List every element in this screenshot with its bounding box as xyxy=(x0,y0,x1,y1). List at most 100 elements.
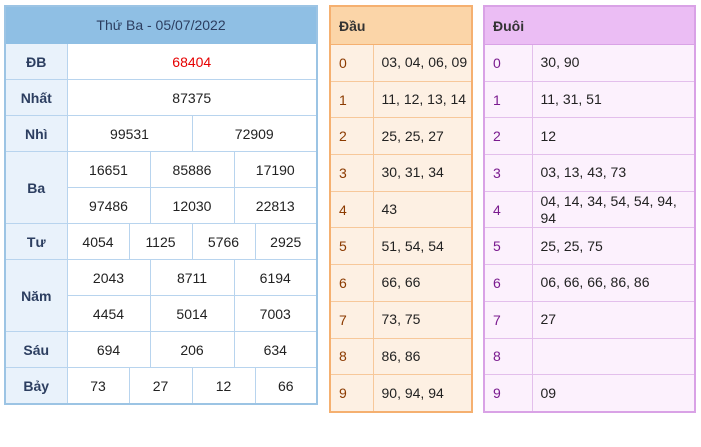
head-row: 2 25, 25, 27 xyxy=(329,117,473,156)
prize-value: 694 xyxy=(66,331,151,368)
prize-value: 2925 xyxy=(254,223,318,260)
tail-row: 6 06, 66, 66, 86, 86 xyxy=(483,264,696,302)
head-digit: 8 xyxy=(329,337,374,376)
tail-row: 7 27 xyxy=(483,300,696,339)
prize-row-nam: Năm 2043 8711 6194 xyxy=(4,259,318,332)
head-digit: 3 xyxy=(329,154,374,192)
prize-label-nhat: Nhất xyxy=(4,79,68,116)
tail-values xyxy=(531,337,696,376)
tail-values: 11, 31, 51 xyxy=(531,80,696,119)
tail-digit-table: Đuôi 0 30, 90 1 11, 31, 51 2 12 3 03, 13, 43… xyxy=(483,5,697,413)
tail-row: 5 25, 25, 75 xyxy=(483,227,696,266)
tail-row: 4 04, 14, 34, 54, 54, 94, 94 xyxy=(483,190,696,229)
prize-value: 85886 xyxy=(149,151,235,188)
head-values: 03, 04, 06, 09 xyxy=(372,44,473,82)
prize-value: 6194 xyxy=(233,259,318,296)
prize-value: 2043 xyxy=(66,259,151,296)
tail-digit: 4 xyxy=(483,190,533,229)
head-digit: 7 xyxy=(329,300,374,339)
prize-label-bay: Bảy xyxy=(4,367,68,405)
tail-values: 12 xyxy=(531,117,696,156)
head-table-title: Đầu xyxy=(329,5,473,45)
prize-label-ba: Ba xyxy=(4,151,68,224)
tail-digit: 2 xyxy=(483,117,533,156)
head-digit: 2 xyxy=(329,117,374,156)
head-values: 25, 25, 27 xyxy=(372,117,473,156)
prize-value: 27 xyxy=(128,367,193,405)
prize-label-tu: Tư xyxy=(4,223,68,260)
tail-digit: 9 xyxy=(483,374,533,413)
prize-value: 206 xyxy=(149,331,235,368)
head-row: 8 86, 86 xyxy=(329,337,473,376)
tail-row: 9 09 xyxy=(483,374,696,413)
prize-row-tu: Tư 4054 1125 5766 2925 xyxy=(4,223,318,260)
results-table: Thứ Ba - 05/07/2022 ĐB 68404 Nhất 87375 … xyxy=(4,5,319,405)
prize-value: 5014 xyxy=(149,295,235,332)
prize-value: 634 xyxy=(233,331,318,368)
prize-value: 87375 xyxy=(66,79,318,116)
prize-label-db: ĐB xyxy=(4,43,68,80)
head-digit: 0 xyxy=(329,44,374,82)
tail-row: 1 11, 31, 51 xyxy=(483,80,696,119)
tail-values: 06, 66, 66, 86, 86 xyxy=(531,264,696,302)
tail-row: 8 xyxy=(483,337,696,376)
prize-label-sau: Sáu xyxy=(4,331,68,368)
prize-value: 7003 xyxy=(233,295,318,332)
tail-values: 04, 14, 34, 54, 54, 94, 94 xyxy=(531,190,696,229)
tail-row: 3 03, 13, 43, 73 xyxy=(483,154,696,192)
prize-value: 99531 xyxy=(66,115,193,152)
head-row: 0 03, 04, 06, 09 xyxy=(329,44,473,82)
head-digit: 5 xyxy=(329,227,374,266)
prize-value: 4454 xyxy=(66,295,151,332)
prize-value: 17190 xyxy=(233,151,318,188)
tail-values: 25, 25, 75 xyxy=(531,227,696,266)
tail-digit: 3 xyxy=(483,154,533,192)
tail-values: 03, 13, 43, 73 xyxy=(531,154,696,192)
head-row: 1 11, 12, 13, 14 xyxy=(329,80,473,119)
prize-row-nhat: Nhất 87375 xyxy=(4,79,318,116)
head-values: 51, 54, 54 xyxy=(372,227,473,266)
head-row: 4 43 xyxy=(329,190,473,229)
tail-values: 27 xyxy=(531,300,696,339)
prize-value: 8711 xyxy=(149,259,235,296)
tail-digit: 7 xyxy=(483,300,533,339)
head-values: 73, 75 xyxy=(372,300,473,339)
head-values: 90, 94, 94 xyxy=(372,374,473,413)
prize-value: 12 xyxy=(191,367,256,405)
head-row: 7 73, 75 xyxy=(329,300,473,339)
tail-values: 30, 90 xyxy=(531,44,696,82)
prize-row-bay: Bảy 73 27 12 66 xyxy=(4,367,318,405)
head-digit-table: Đầu 0 03, 04, 06, 09 1 11, 12, 13, 14 2 25,… xyxy=(329,5,474,413)
prize-row-ba: Ba 16651 85886 17190 xyxy=(4,151,318,224)
tail-table-title: Đuôi xyxy=(483,5,696,45)
prize-value: 68404 xyxy=(66,43,318,80)
tail-digit: 8 xyxy=(483,337,533,376)
prize-value: 1125 xyxy=(128,223,193,260)
prize-label-nam: Năm xyxy=(4,259,68,332)
tail-digit: 1 xyxy=(483,80,533,119)
head-digit: 9 xyxy=(329,374,374,413)
prize-row-sau: Sáu 694 206 634 xyxy=(4,331,318,368)
prize-value: 97486 xyxy=(66,187,151,224)
tail-digit: 0 xyxy=(483,44,533,82)
prize-row-nhi: Nhì 99531 72909 xyxy=(4,115,318,152)
head-digit: 4 xyxy=(329,190,374,229)
prize-label-nhi: Nhì xyxy=(4,115,68,152)
tail-row: 2 12 xyxy=(483,117,696,156)
tail-digit: 5 xyxy=(483,227,533,266)
tail-digit: 6 xyxy=(483,264,533,302)
head-values: 11, 12, 13, 14 xyxy=(372,80,473,119)
prize-value: 72909 xyxy=(191,115,318,152)
tail-row: 0 30, 90 xyxy=(483,44,696,82)
prize-value: 73 xyxy=(66,367,130,405)
prize-value: 22813 xyxy=(233,187,318,224)
head-row: 9 90, 94, 94 xyxy=(329,374,473,413)
head-row: 6 66, 66 xyxy=(329,264,473,302)
prize-value: 16651 xyxy=(66,151,151,188)
tail-values: 09 xyxy=(531,374,696,413)
head-values: 86, 86 xyxy=(372,337,473,376)
results-title: Thứ Ba - 05/07/2022 xyxy=(4,5,318,44)
head-digit: 1 xyxy=(329,80,374,119)
prize-value: 5766 xyxy=(191,223,256,260)
head-values: 43 xyxy=(372,190,473,229)
